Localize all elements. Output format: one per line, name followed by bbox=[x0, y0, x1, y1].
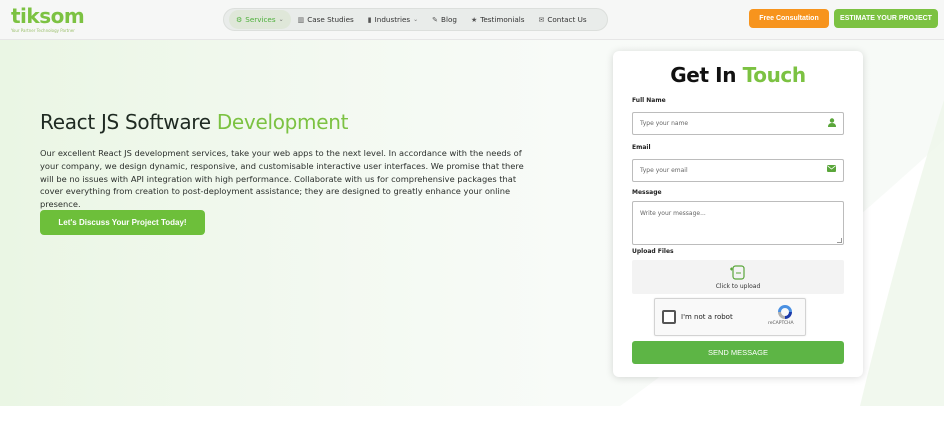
chart-icon: ▮ bbox=[367, 15, 372, 24]
nav-label: Services bbox=[245, 15, 276, 24]
nav-label: Contact Us bbox=[547, 15, 587, 24]
nav-item-case-studies[interactable]: ▥ Case Studies bbox=[291, 10, 361, 29]
mail-icon: ✉ bbox=[538, 15, 545, 24]
pen-icon: ✎ bbox=[432, 15, 439, 24]
logo[interactable]: tiksom Your Partner Technology Partner bbox=[11, 4, 85, 33]
hero-title-main: React JS Software bbox=[40, 110, 217, 134]
book-icon: ▥ bbox=[297, 15, 305, 24]
free-consultation-button[interactable]: Free Consultation bbox=[749, 9, 829, 28]
logo-text: tiksom bbox=[11, 4, 85, 28]
chevron-down-icon: ⌄ bbox=[278, 16, 284, 23]
gear-icon: ⚙ bbox=[236, 15, 243, 24]
message-label: Message bbox=[632, 189, 662, 196]
nav-item-industries[interactable]: ▮ Industries ⌄ bbox=[361, 10, 425, 29]
recaptcha-brand: reCAPTCHA bbox=[768, 321, 794, 326]
upload-dropzone[interactable]: Click to upload bbox=[632, 260, 844, 294]
nav-label: Case Studies bbox=[307, 15, 354, 24]
send-message-button[interactable]: SEND MESSAGE bbox=[632, 341, 844, 364]
nav-label: Blog bbox=[441, 15, 457, 24]
message-placeholder: Write your message... bbox=[640, 210, 706, 217]
hero-title-accent: Development bbox=[216, 110, 349, 134]
envelope-icon bbox=[827, 165, 836, 175]
hero-title: React JS Software Development bbox=[40, 110, 348, 134]
logo-tagline: Your Partner Technology Partner bbox=[11, 28, 75, 33]
resize-grip-icon[interactable] bbox=[837, 238, 842, 243]
message-field[interactable]: Write your message... bbox=[632, 201, 844, 245]
upload-text: Click to upload bbox=[715, 283, 761, 290]
discuss-project-button[interactable]: Let's Discuss Your Project Today! bbox=[40, 210, 205, 235]
recaptcha-widget: I'm not a robot reCAPTCHA bbox=[654, 298, 806, 336]
email-field[interactable]: Type your email bbox=[632, 159, 844, 182]
recaptcha-checkbox[interactable] bbox=[662, 310, 676, 324]
nav-item-services[interactable]: ⚙ Services ⌄ bbox=[229, 10, 291, 29]
nav-label: Industries bbox=[374, 15, 411, 24]
site-header: tiksom Your Partner Technology Partner ⚙… bbox=[0, 0, 944, 40]
nav-item-contact[interactable]: ✉ Contact Us bbox=[531, 10, 593, 29]
full-name-label: Full Name bbox=[632, 97, 666, 104]
file-upload-icon bbox=[729, 264, 747, 280]
form-title-main: Get In bbox=[670, 63, 743, 87]
form-title-accent: Touch bbox=[742, 63, 806, 87]
form-title: Get In Touch bbox=[613, 63, 863, 87]
nav-item-testimonials[interactable]: ★ Testimonials bbox=[464, 10, 532, 29]
full-name-field[interactable]: Type your name bbox=[632, 112, 844, 135]
recaptcha-logo-icon bbox=[777, 304, 793, 320]
email-label: Email bbox=[632, 144, 651, 151]
full-name-placeholder: Type your name bbox=[640, 120, 689, 127]
recaptcha-label: I'm not a robot bbox=[681, 313, 733, 321]
star-icon: ★ bbox=[470, 15, 478, 24]
page: tiksom Your Partner Technology Partner ⚙… bbox=[0, 0, 944, 436]
email-placeholder: Type your email bbox=[640, 167, 688, 174]
nav-item-blog[interactable]: ✎ Blog bbox=[425, 10, 464, 29]
estimate-project-button[interactable]: ESTIMATE YOUR PROJECT bbox=[834, 9, 938, 28]
contact-form-card: Get In Touch Full Name Type your name Em… bbox=[613, 51, 863, 377]
nav-label: Testimonials bbox=[480, 15, 525, 24]
main-nav: ⚙ Services ⌄ ▥ Case Studies ▮ Industries… bbox=[223, 8, 608, 31]
user-icon bbox=[828, 118, 836, 130]
chevron-down-icon: ⌄ bbox=[413, 16, 419, 23]
hero-description: Our excellent React JS development servi… bbox=[40, 148, 524, 210]
upload-label: Upload Files bbox=[632, 248, 674, 255]
